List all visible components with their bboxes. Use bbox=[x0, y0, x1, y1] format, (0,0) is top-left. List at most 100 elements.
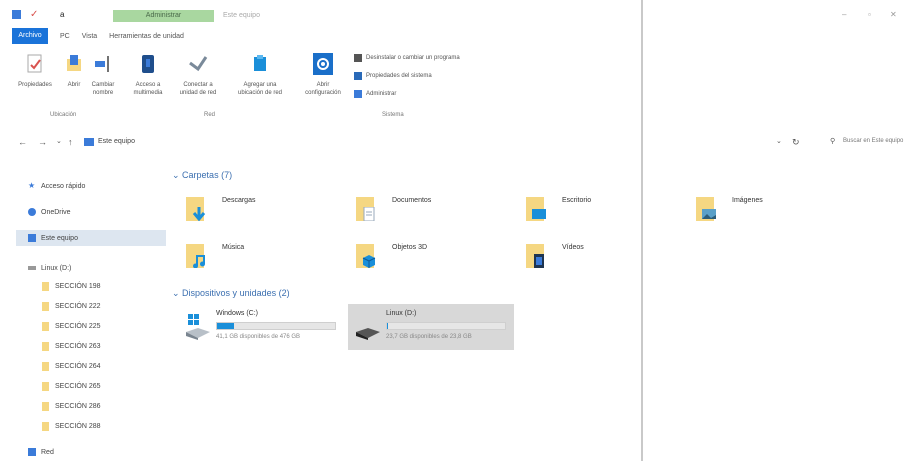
sidebar-folder[interactable]: SECCIÓN 286 bbox=[42, 398, 101, 414]
folder-label: Objetos 3D bbox=[392, 244, 428, 251]
folder-item-videos[interactable]: Vídeos bbox=[526, 240, 584, 270]
uninstall-program-button[interactable]: Desinstalar o cambiar un programa bbox=[354, 54, 460, 62]
folder-icon bbox=[42, 321, 49, 331]
recent-chevron-icon[interactable]: ⌄ bbox=[56, 137, 62, 145]
folder-icon bbox=[42, 361, 49, 371]
folder-item-documents[interactable]: Documentos bbox=[356, 193, 431, 223]
context-tab-manage[interactable]: Administrar bbox=[113, 10, 214, 22]
settings-icon bbox=[313, 53, 333, 75]
group-system: Sistema bbox=[382, 112, 404, 118]
sidebar-folder[interactable]: SECCIÓN 263 bbox=[42, 338, 101, 354]
pictures-icon bbox=[696, 193, 724, 223]
map-drive-button[interactable]: Conectar a unidad de red bbox=[174, 53, 222, 97]
rename-button[interactable]: Cambiar nombre bbox=[88, 53, 118, 97]
system-properties-button[interactable]: Propiedades del sistema bbox=[354, 72, 432, 80]
sidebar-folder[interactable]: SECCIÓN 225 bbox=[42, 318, 101, 334]
drive-name: Linux (D:) bbox=[386, 310, 417, 317]
close-icon[interactable]: ✕ bbox=[890, 10, 897, 19]
folder-label: Imágenes bbox=[732, 197, 763, 204]
tab-file[interactable]: Archivo bbox=[12, 28, 48, 44]
drive-icon bbox=[28, 266, 36, 270]
folder-label: Escritorio bbox=[562, 197, 592, 204]
3d-objects-icon bbox=[356, 240, 384, 270]
address-path[interactable]: Este equipo bbox=[98, 138, 135, 145]
title-bar: ✓ a Administrar Este equipo bbox=[0, 0, 640, 26]
folder-item-music[interactable]: Música bbox=[186, 240, 244, 270]
maximize-icon[interactable]: ▫ bbox=[868, 10, 871, 19]
rename-label: Cambiar nombre bbox=[91, 82, 115, 96]
folder-label: SECCIÓN 263 bbox=[55, 342, 101, 350]
network-location-label: Agregar una ubicación de red bbox=[237, 82, 283, 96]
address-chevron-icon[interactable]: ⌄ bbox=[776, 137, 782, 145]
videos-icon bbox=[526, 240, 554, 270]
sidebar-folder[interactable]: SECCIÓN 222 bbox=[42, 298, 101, 314]
document-icon bbox=[356, 193, 384, 223]
refresh-icon[interactable]: ↻ bbox=[792, 137, 800, 148]
folder-label: SECCIÓN 288 bbox=[55, 422, 101, 430]
window-divider bbox=[641, 0, 643, 461]
sidebar-item-this-pc[interactable]: Este equipo bbox=[16, 230, 166, 246]
folder-item-desktop[interactable]: Escritorio bbox=[526, 193, 591, 223]
sidebar-label: OneDrive bbox=[41, 208, 71, 216]
computer-icon bbox=[84, 138, 94, 146]
download-icon bbox=[186, 193, 214, 223]
media-access-button[interactable]: Acceso a multimedia bbox=[128, 53, 168, 97]
up-arrow-icon[interactable]: ↑ bbox=[68, 137, 73, 147]
drive-item-linux[interactable]: Linux (D:) 23,7 GB disponibles de 23,8 G… bbox=[348, 304, 514, 350]
sidebar-item-linux-drive[interactable]: Linux (D:) bbox=[28, 260, 71, 276]
group-network: Red bbox=[204, 112, 216, 118]
folder-label: Descargas bbox=[222, 197, 256, 204]
forward-arrow-icon[interactable]: → bbox=[38, 137, 47, 147]
tab-pc[interactable]: PC bbox=[60, 33, 70, 40]
sidebar-label: Red bbox=[41, 448, 54, 456]
collapse-chevron-icon: ⌄ bbox=[172, 288, 183, 298]
tab-view[interactable]: Vista bbox=[82, 33, 97, 40]
folder-icon bbox=[42, 381, 49, 391]
drives-title-text: Dispositivos y unidades (2) bbox=[182, 288, 290, 298]
folder-icon bbox=[42, 301, 49, 311]
back-arrow-icon[interactable]: ← bbox=[18, 137, 27, 147]
properties-check-icon[interactable]: ✓ bbox=[30, 10, 39, 20]
network-location-button[interactable]: Agregar una ubicación de red bbox=[230, 53, 290, 97]
drive-usage-bar bbox=[216, 322, 336, 330]
system-properties-icon bbox=[354, 72, 362, 80]
quick-access-letter[interactable]: a bbox=[60, 10, 69, 19]
open-label: Abrir bbox=[67, 82, 81, 88]
sidebar-folder[interactable]: SECCIÓN 288 bbox=[42, 418, 101, 434]
drive-free-space: 23,7 GB disponibles de 23,8 GB bbox=[386, 334, 472, 340]
folder-item-pictures[interactable]: Imágenes bbox=[696, 193, 763, 223]
star-icon: ★ bbox=[28, 181, 36, 190]
sidebar-folder[interactable]: SECCIÓN 198 bbox=[42, 278, 101, 294]
minimize-icon[interactable]: – bbox=[842, 10, 846, 19]
search-input[interactable]: Buscar en Este equipo bbox=[843, 138, 903, 144]
folder-icon[interactable] bbox=[12, 10, 21, 19]
folder-label: SECCIÓN 286 bbox=[55, 402, 101, 410]
sidebar-folder[interactable]: SECCIÓN 264 bbox=[42, 358, 101, 374]
folder-label: Música bbox=[222, 244, 245, 251]
manage-button[interactable]: Administrar bbox=[354, 90, 396, 98]
folder-item-downloads[interactable]: Descargas bbox=[186, 193, 255, 223]
open-button[interactable]: Abrir bbox=[60, 53, 88, 89]
folders-section-title[interactable]: ⌄ Carpetas (7) bbox=[172, 170, 232, 181]
drive-item-windows[interactable]: Windows (C:) 41,1 GB disponibles de 476 … bbox=[178, 304, 346, 350]
sidebar-folder[interactable]: SECCIÓN 265 bbox=[42, 378, 101, 394]
properties-button[interactable]: Propiedades bbox=[14, 53, 56, 89]
sidebar-item-network[interactable]: Red bbox=[28, 444, 54, 460]
tab-drive-tools[interactable]: Herramientas de unidad bbox=[109, 33, 184, 40]
folder-label: SECCIÓN 265 bbox=[55, 382, 101, 390]
folder-label: SECCIÓN 225 bbox=[55, 322, 101, 330]
drives-section-title[interactable]: ⌄ Dispositivos y unidades (2) bbox=[172, 288, 290, 299]
folder-icon bbox=[42, 421, 49, 431]
windows-drive-icon bbox=[186, 314, 210, 340]
sidebar-item-onedrive[interactable]: OneDrive bbox=[28, 204, 71, 220]
sidebar-label: Linux (D:) bbox=[41, 264, 72, 272]
search-icon[interactable]: ⚲ bbox=[830, 137, 835, 145]
folder-label: Documentos bbox=[392, 197, 432, 204]
folder-item-3d-objects[interactable]: Objetos 3D bbox=[356, 240, 427, 270]
map-drive-label: Conectar a unidad de red bbox=[179, 82, 217, 96]
uninstall-label: Desinstalar o cambiar un programa bbox=[366, 55, 460, 61]
rename-icon bbox=[95, 56, 109, 72]
sidebar-item-quick-access[interactable]: ★ Acceso rápido bbox=[28, 178, 85, 194]
open-settings-button[interactable]: Abrir configuración bbox=[298, 53, 348, 97]
music-icon bbox=[186, 240, 214, 270]
